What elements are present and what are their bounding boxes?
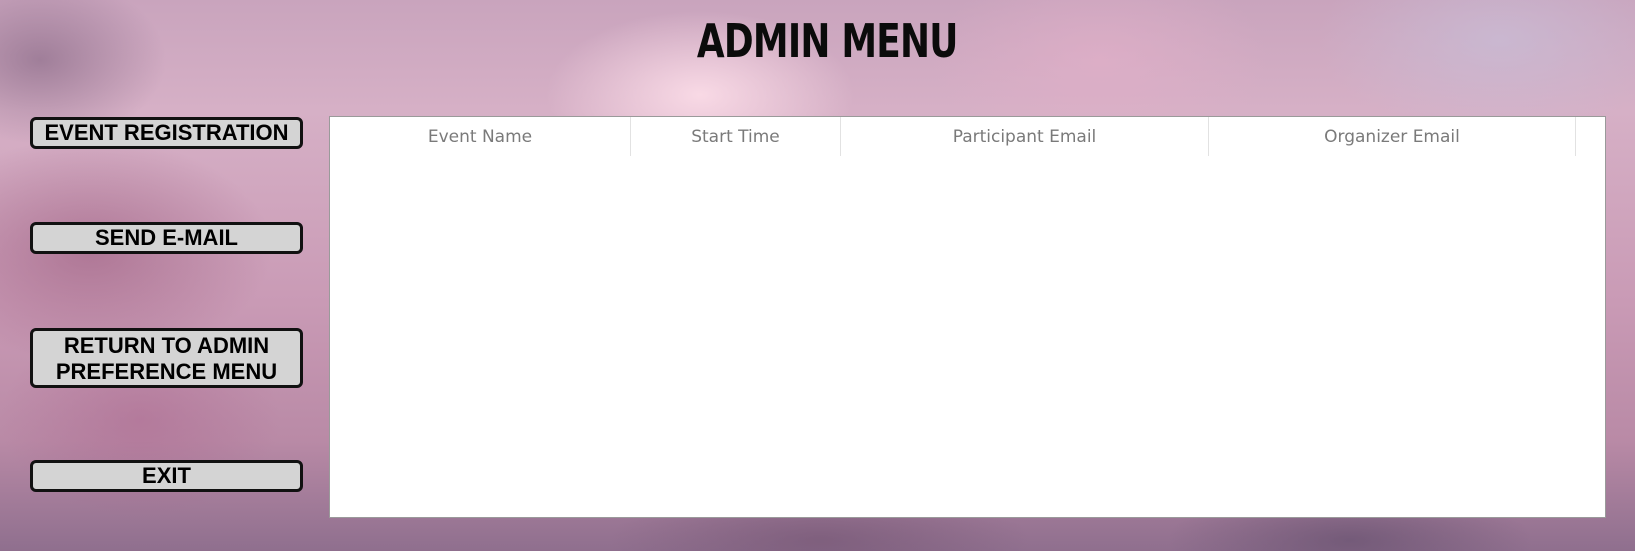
return-to-admin-preference-menu-button[interactable]: RETURN TO ADMIN PREFERENCE MENU <box>30 328 303 388</box>
table-header: Event Name Start Time Participant Email … <box>330 117 1605 156</box>
column-header-participant-email[interactable]: Participant Email <box>841 117 1209 156</box>
events-table[interactable]: Event Name Start Time Participant Email … <box>329 116 1606 518</box>
event-registration-button[interactable]: EVENT REGISTRATION <box>30 117 303 149</box>
send-email-button[interactable]: SEND E-MAIL <box>30 222 303 254</box>
page-title: ADMIN MENU <box>696 14 958 68</box>
exit-button[interactable]: EXIT <box>30 460 303 492</box>
column-header-event-name[interactable]: Event Name <box>330 117 631 156</box>
column-header-start-time[interactable]: Start Time <box>631 117 841 156</box>
column-header-organizer-email[interactable]: Organizer Email <box>1209 117 1576 156</box>
